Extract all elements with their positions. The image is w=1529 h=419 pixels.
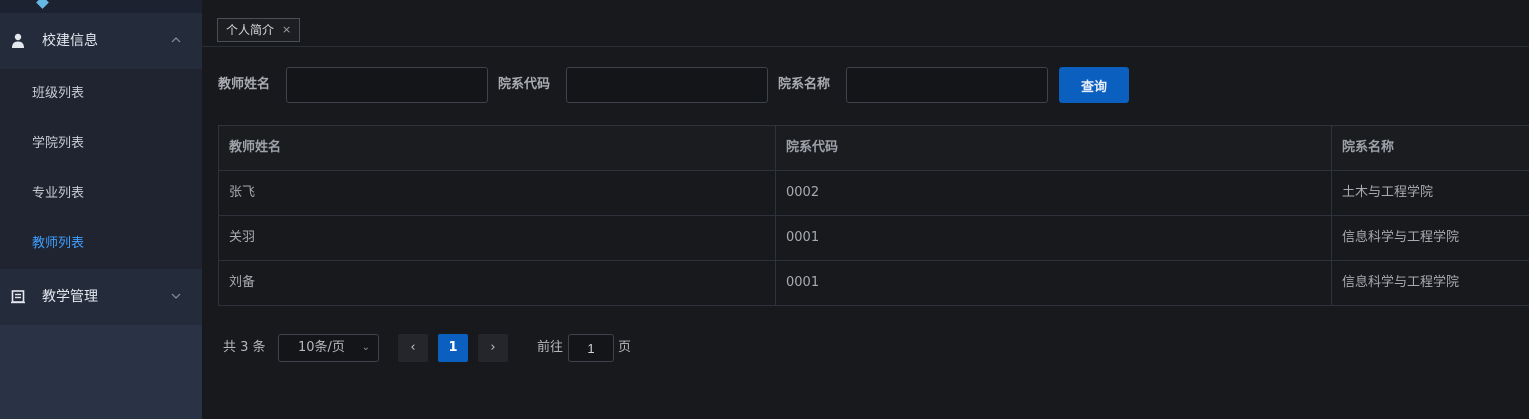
- tab-label: 个人简介: [226, 23, 275, 37]
- main-content: 个人简介 × 教师姓名 院系代码 院系名称 查询 教师姓名 院系代码 院系名称 …: [202, 0, 1529, 419]
- cell-dept-name: 土木与工程学院: [1342, 185, 1434, 200]
- cell-dept-name: 信息科学与工程学院: [1342, 275, 1460, 290]
- tab-bar: 个人简介 ×: [202, 0, 1529, 47]
- cell-dept-name: 信息科学与工程学院: [1342, 230, 1460, 245]
- user-icon: [12, 33, 24, 48]
- chevron-down-icon: [171, 293, 181, 299]
- close-icon[interactable]: ×: [282, 19, 291, 41]
- teacher-name-input[interactable]: [286, 67, 488, 103]
- page-size-select[interactable]: 10条/页 ⌄: [278, 334, 379, 362]
- column-header-teacher-name[interactable]: 教师姓名: [219, 126, 776, 170]
- cell-dept-code: 0001: [776, 216, 1332, 260]
- sidebar-item-college-list[interactable]: 学院列表: [0, 119, 202, 169]
- table-row[interactable]: 刘备 0001 信息科学与工程学院: [219, 261, 1529, 306]
- cell-teacher-name: 刘备: [219, 261, 776, 305]
- logo-strip: [0, 0, 202, 13]
- cell-dept-code: 0002: [776, 171, 1332, 215]
- pagination-total: 共 3 条: [223, 340, 266, 355]
- column-header-dept-name[interactable]: 院系名称: [1332, 126, 1529, 170]
- tab-profile[interactable]: 个人简介 ×: [217, 18, 301, 42]
- menu-group-title: 校建信息: [42, 33, 98, 49]
- sidebar: 校建信息 班级列表 学院列表 专业列表 教师列表 教学管理: [0, 0, 202, 419]
- page-suffix-label: 页: [618, 340, 632, 355]
- cell-teacher-name: 关羽: [219, 216, 776, 260]
- table-row[interactable]: 关羽 0001 信息科学与工程学院: [219, 216, 1529, 261]
- prev-page-button[interactable]: ‹: [398, 334, 428, 362]
- next-page-button[interactable]: ›: [478, 334, 508, 362]
- dept-code-input[interactable]: [566, 67, 768, 103]
- sidebar-item-class-list[interactable]: 班级列表: [0, 69, 202, 119]
- dept-name-label: 院系名称: [778, 77, 831, 92]
- menu-group-campus-info[interactable]: 校建信息: [0, 13, 202, 69]
- dept-code-label: 院系代码: [498, 77, 551, 92]
- cell-teacher-name: 张飞: [219, 171, 776, 215]
- table-header-row: 教师姓名 院系代码 院系名称: [219, 126, 1529, 171]
- submenu-campus-info: 班级列表 学院列表 专业列表 教师列表: [0, 69, 202, 269]
- menu-group-teaching[interactable]: 教学管理: [0, 269, 202, 325]
- page-number-current[interactable]: 1: [438, 334, 468, 362]
- goto-label: 前往: [537, 340, 564, 355]
- cell-dept-code: 0001: [776, 261, 1332, 305]
- sidebar-item-teacher-list[interactable]: 教师列表: [0, 219, 202, 269]
- teacher-table: 教师姓名 院系代码 院系名称 张飞 0002 土木与工程学院 关羽 0001 信…: [218, 125, 1529, 306]
- goto-page-input[interactable]: [568, 334, 614, 362]
- document-icon: [11, 290, 25, 304]
- query-button[interactable]: 查询: [1059, 67, 1129, 103]
- menu-group-title: 教学管理: [42, 289, 98, 305]
- logo-icon: [36, 0, 49, 9]
- page-size-value: 10条/页: [298, 340, 345, 355]
- column-header-dept-code[interactable]: 院系代码: [776, 126, 1332, 170]
- dept-name-input[interactable]: [846, 67, 1048, 103]
- sidebar-item-major-list[interactable]: 专业列表: [0, 169, 202, 219]
- teacher-name-label: 教师姓名: [218, 77, 271, 92]
- table-row[interactable]: 张飞 0002 土木与工程学院: [219, 171, 1529, 216]
- chevron-up-icon: [171, 37, 181, 43]
- chevron-down-icon: ⌄: [361, 342, 370, 353]
